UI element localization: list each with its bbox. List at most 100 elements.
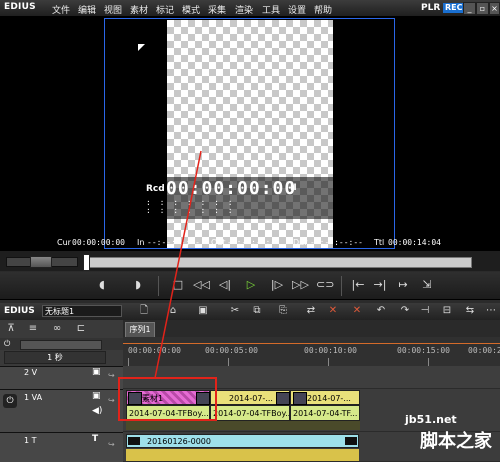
track-name-2v: 2 V xyxy=(24,368,38,377)
sync-icon[interactable]: ⇆ xyxy=(463,304,477,318)
track-sync-icon[interactable]: ↪ xyxy=(108,371,115,380)
restore-icon[interactable]: ▫ xyxy=(476,2,489,15)
fast-forward-icon[interactable]: ▷▷ xyxy=(292,277,309,293)
toolbar-divider xyxy=(341,276,342,296)
rewind-icon[interactable]: ◁◁ xyxy=(193,277,210,293)
audio-speaker-icon[interactable]: ◀) xyxy=(92,406,102,416)
loop-icon[interactable]: ⊂⊃ xyxy=(316,277,334,293)
shuttle-knob[interactable] xyxy=(30,256,52,268)
in-out-range-line xyxy=(123,343,500,344)
ruler-tick-label: 00:00:10:00 xyxy=(304,346,357,355)
minimize-icon[interactable]: _ xyxy=(463,2,476,15)
highlight-box xyxy=(118,377,217,421)
video-track-icon[interactable]: ▣ xyxy=(92,391,101,401)
track-header-1va[interactable] xyxy=(0,389,123,432)
ruler-tick-label: 00:00:05:00 xyxy=(205,346,258,355)
undo-icon[interactable]: ↶ xyxy=(374,304,388,318)
rcd-label: Rcd xyxy=(146,184,165,194)
track-expand-icon[interactable]: ⏻ xyxy=(3,394,17,408)
ruler-tick-label: 00:00:15:00 xyxy=(397,346,450,355)
collapse-icon[interactable]: ⏻ xyxy=(4,339,10,349)
record-timecode: 00:00:00:00 xyxy=(166,178,297,199)
timescale-select[interactable]: 1 秒 xyxy=(4,351,106,364)
clip-thumbnail xyxy=(345,437,357,445)
cur-label: Cur xyxy=(57,238,71,247)
plr-label[interactable]: PLR xyxy=(421,3,440,13)
more-options-icon[interactable]: ⋯ xyxy=(484,304,498,318)
project-name-field[interactable]: 无标题1 xyxy=(42,305,122,317)
copy-icon[interactable]: ⧉ xyxy=(250,304,264,318)
link-icon[interactable]: ∞ xyxy=(50,322,64,336)
audio-waveform-strip xyxy=(126,421,360,430)
dur-label: Dur xyxy=(293,238,308,247)
set-in-icon[interactable]: ◖ xyxy=(94,277,110,293)
split-icon[interactable]: ⊣ xyxy=(418,304,432,318)
menu-render[interactable]: 渲染 xyxy=(235,3,253,16)
position-scrubber[interactable] xyxy=(84,257,472,268)
in-label: In xyxy=(137,238,145,247)
in-value: --:--:--:-- xyxy=(147,238,200,247)
track-view-icon[interactable]: ≡ xyxy=(26,322,40,336)
snap-icon[interactable]: ⊟ xyxy=(440,304,454,318)
track-header-2v[interactable] xyxy=(0,366,123,389)
trim-icon[interactable]: ↦ xyxy=(395,277,411,293)
cur-value: 00:00:00:00 xyxy=(72,238,125,247)
cut-icon[interactable]: ✂ xyxy=(228,304,242,318)
menu-capture[interactable]: 采集 xyxy=(208,3,226,16)
rec-label[interactable]: REC xyxy=(443,3,465,13)
timeline-logo: EDIUS xyxy=(4,306,35,316)
ruler-major-tick xyxy=(228,358,229,366)
step-forward-icon[interactable]: |▷ xyxy=(269,277,285,293)
timeline-mode-icon[interactable]: ⊼ xyxy=(4,322,18,336)
video-track-icon[interactable]: ▣ xyxy=(92,367,101,377)
menu-help[interactable]: 帮助 xyxy=(314,3,332,16)
sequence-tab-row xyxy=(123,320,500,337)
zoom-slider[interactable] xyxy=(20,340,102,350)
ttl-label: Ttl xyxy=(374,238,385,247)
menu-file[interactable]: 文件 xyxy=(52,3,70,16)
tab-sequence-1[interactable]: 序列1 xyxy=(125,322,155,337)
track-sync-icon[interactable]: ↪ xyxy=(108,396,115,405)
dur-value: --:--:--:-- xyxy=(310,238,363,247)
clip-audio[interactable]: 2014-07-04-TF... xyxy=(290,405,360,421)
playhead-handle[interactable] xyxy=(83,254,90,271)
menu-tools[interactable]: 工具 xyxy=(262,3,280,16)
track-sync-icon[interactable]: ↪ xyxy=(108,440,115,449)
save-icon[interactable]: ▣ xyxy=(196,304,210,318)
clip-audio[interactable]: 2014-07-04-TFBoy... xyxy=(210,405,290,421)
paste-icon[interactable]: ⎘ xyxy=(276,304,290,318)
menu-edit[interactable]: 编辑 xyxy=(78,3,96,16)
menu-marker[interactable]: 标记 xyxy=(156,3,174,16)
track-name-1t: 1 T xyxy=(24,436,37,445)
ruler-major-tick xyxy=(428,358,429,366)
menu-clip[interactable]: 素材 xyxy=(130,3,148,16)
out-label: Out xyxy=(211,238,226,247)
title-clip[interactable]: 20160126-0000 xyxy=(126,434,359,448)
redo-icon[interactable]: ↷ xyxy=(398,304,412,318)
title-mixer-line xyxy=(126,449,359,461)
menu-mode[interactable]: 模式 xyxy=(182,3,200,16)
ripple-delete-icon[interactable]: ✕ xyxy=(350,304,364,318)
export-icon[interactable]: ⇲ xyxy=(419,277,435,293)
open-project-icon[interactable]: ⌂ xyxy=(166,304,180,318)
step-back-icon[interactable]: ◁| xyxy=(217,277,233,293)
timecode-dots-row: : : : : : : : xyxy=(146,206,235,215)
group-icon[interactable]: ⊏ xyxy=(74,322,88,336)
menu-view[interactable]: 视图 xyxy=(104,3,122,16)
ruler-tick-label: 00:00:2 xyxy=(468,346,500,355)
overwrite-to-timeline-icon[interactable]: →| xyxy=(372,277,388,293)
play-icon[interactable]: ▷ xyxy=(243,277,259,293)
replace-icon[interactable]: ⇄ xyxy=(304,304,318,318)
new-sequence-icon[interactable]: 🗋 xyxy=(137,304,151,318)
corner-marker-icon xyxy=(138,44,145,51)
title-track-icon[interactable]: T xyxy=(92,434,98,444)
set-out-icon[interactable]: ◗ xyxy=(130,277,146,293)
stop-icon[interactable]: □ xyxy=(170,277,186,293)
track-header-1t[interactable] xyxy=(0,432,123,462)
clip-thumbnail xyxy=(128,437,140,445)
close-icon[interactable]: × xyxy=(489,2,500,15)
delete-icon[interactable]: ✕ xyxy=(326,304,340,318)
menu-settings[interactable]: 设置 xyxy=(288,3,306,16)
track-name-1va: 1 VA xyxy=(24,393,43,402)
insert-to-timeline-icon[interactable]: |← xyxy=(350,277,366,293)
